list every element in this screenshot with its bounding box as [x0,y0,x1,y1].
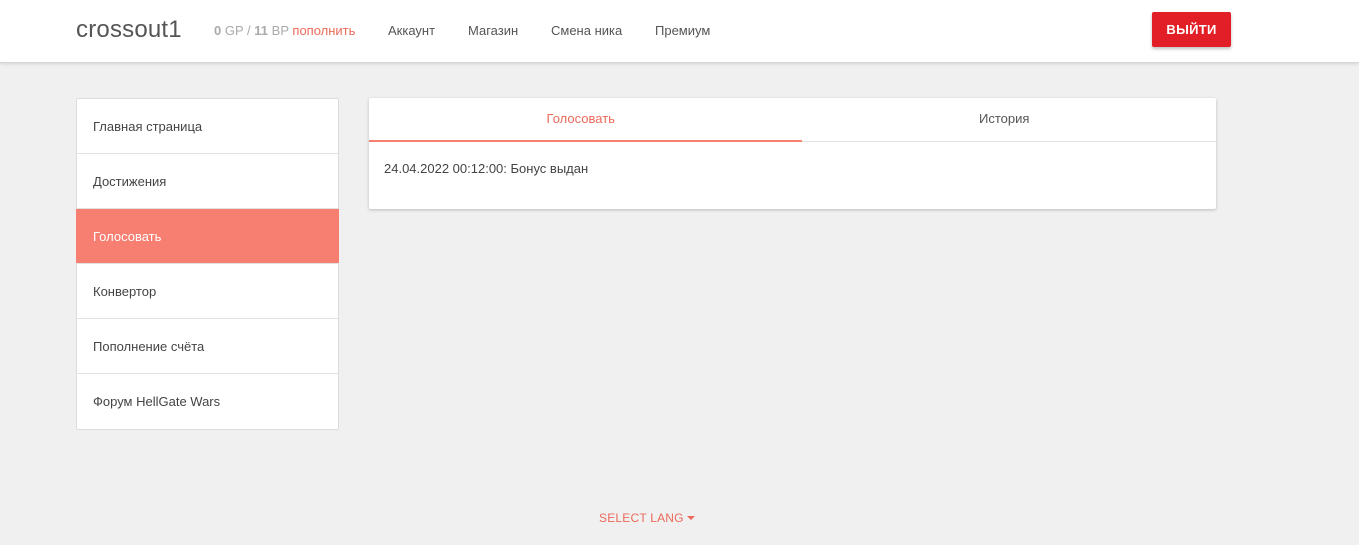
nav-account[interactable]: Аккаунт [388,23,435,38]
vote-panel: Голосовать История 24.04.2022 00:12:00: … [369,98,1216,209]
sidebar-item-achievements[interactable]: Достижения [77,154,338,209]
balance-display: 0 GP / 11 BP пополнить [214,23,355,38]
sidebar-item-vote[interactable]: Голосовать [76,209,339,264]
bp-unit: BP [271,23,289,38]
active-tab-indicator [369,140,802,142]
sidebar-item-topup[interactable]: Пополнение счёта [77,319,338,374]
tab-vote[interactable]: Голосовать [369,98,793,142]
nav-premium[interactable]: Премиум [655,23,710,38]
balance-separator: / [247,23,251,38]
panel-tabs: Голосовать История [369,98,1216,142]
select-lang-label: SELECT LANG [599,511,684,525]
nav-shop[interactable]: Магазин [468,23,518,38]
brand-username[interactable]: crossout1 [76,16,182,44]
sidebar-item-home[interactable]: Главная страница [77,99,338,154]
bp-value: 11 [254,23,269,38]
nav-change-nick[interactable]: Смена ника [551,23,622,38]
gp-unit: GP [224,23,244,38]
sidebar-item-converter[interactable]: Конвертор [77,264,338,319]
top-navbar: crossout1 0 GP / 11 BP пополнить Аккаунт… [0,0,1359,63]
topup-link[interactable]: пополнить [292,23,355,38]
tab-history[interactable]: История [793,98,1217,142]
logout-button[interactable]: ВЫЙТИ [1152,12,1231,47]
gp-value: 0 [214,23,222,38]
sidebar-menu: Главная страница Достижения Голосовать К… [76,98,339,430]
sidebar-item-forum[interactable]: Форум HellGate Wars [77,374,338,429]
caret-down-icon [686,515,695,520]
select-lang-dropdown[interactable]: SELECT LANG [599,511,695,525]
vote-log-entry: 24.04.2022 00:12:00: Бонус выдан [384,161,589,176]
